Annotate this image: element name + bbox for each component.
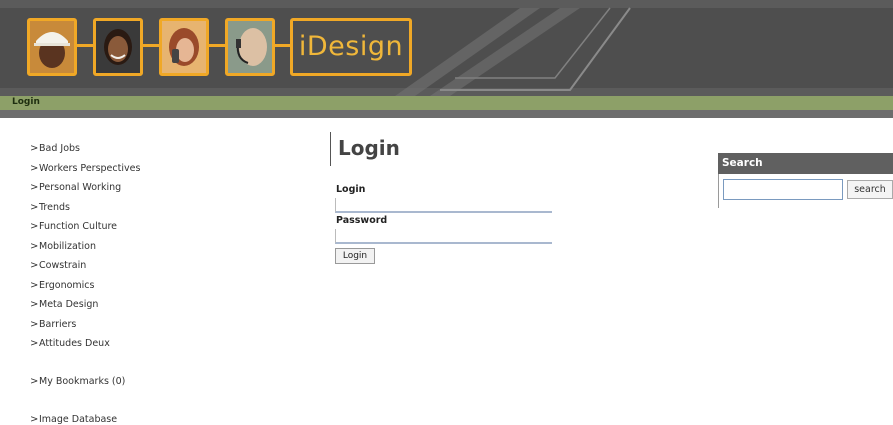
chevron-right-icon: > bbox=[30, 163, 39, 174]
sidebar-item-label: Workers Perspectives bbox=[39, 163, 141, 174]
sidebar-item-image-database[interactable]: >Image Database bbox=[30, 414, 117, 425]
sidebar-item-ergonomics[interactable]: >Ergonomics bbox=[30, 280, 94, 291]
chevron-right-icon: > bbox=[30, 414, 39, 425]
sidebar-item-barriers[interactable]: >Barriers bbox=[30, 319, 76, 330]
sidebar-item-label: Image Database bbox=[39, 414, 118, 425]
sidebar-item-mobilization[interactable]: >Mobilization bbox=[30, 241, 96, 252]
man-headset-photo bbox=[225, 18, 275, 76]
sidebar-item-workers-perspectives[interactable]: >Workers Perspectives bbox=[30, 163, 140, 174]
sidebar-item-label: Ergonomics bbox=[39, 280, 95, 291]
search-input[interactable] bbox=[723, 179, 843, 200]
sidebar-item-label: My Bookmarks (0) bbox=[39, 376, 126, 387]
sidebar-item-label: Function Culture bbox=[39, 221, 118, 232]
login-button[interactable]: Login bbox=[335, 248, 375, 264]
worker-hardhat-photo bbox=[27, 18, 77, 76]
chevron-right-icon: > bbox=[30, 241, 39, 252]
login-input[interactable] bbox=[335, 198, 552, 213]
chevron-right-icon: > bbox=[30, 202, 39, 213]
site-header: iDesign bbox=[0, 0, 893, 96]
header-divider bbox=[0, 110, 893, 118]
sidebar-item-cowstrain[interactable]: >Cowstrain bbox=[30, 260, 86, 271]
sidebar-item-label: Barriers bbox=[39, 319, 77, 330]
password-input[interactable] bbox=[335, 229, 552, 244]
password-label: Password bbox=[336, 215, 388, 226]
chevron-right-icon: > bbox=[30, 299, 39, 310]
sidebar-item-trends[interactable]: >Trends bbox=[30, 202, 70, 213]
sidebar-item-label: Attitudes Deux bbox=[39, 338, 110, 349]
sidebar-item-label: Meta Design bbox=[39, 299, 99, 310]
sidebar-item-label: Mobilization bbox=[39, 241, 96, 252]
search-heading: Search bbox=[718, 153, 893, 174]
sidebar-item-attitudes-deux[interactable]: >Attitudes Deux bbox=[30, 338, 110, 349]
sidebar-item-my-bookmarks[interactable]: >My Bookmarks (0) bbox=[30, 376, 125, 387]
chevron-right-icon: > bbox=[30, 221, 39, 232]
sidebar-item-label: Trends bbox=[39, 202, 70, 213]
chevron-right-icon: > bbox=[30, 338, 39, 349]
title-divider bbox=[330, 132, 331, 166]
woman-phone-photo bbox=[159, 18, 209, 76]
sidebar-item-function-culture[interactable]: >Function Culture bbox=[30, 221, 117, 232]
sidebar-item-meta-design[interactable]: >Meta Design bbox=[30, 299, 98, 310]
idesign-logo[interactable]: iDesign bbox=[290, 18, 412, 76]
sidebar-item-personal-working[interactable]: >Personal Working bbox=[30, 182, 121, 193]
woman-smiling-photo bbox=[93, 18, 143, 76]
chevron-right-icon: > bbox=[30, 182, 39, 193]
login-label: Login bbox=[336, 184, 366, 195]
sidebar-item-label: Cowstrain bbox=[39, 260, 87, 271]
chevron-right-icon: > bbox=[30, 260, 39, 271]
chevron-right-icon: > bbox=[30, 143, 39, 154]
sidebar-item-label: Personal Working bbox=[39, 182, 122, 193]
chevron-right-icon: > bbox=[30, 280, 39, 291]
sidebar-item-label: Bad Jobs bbox=[39, 143, 80, 154]
page-title: Login bbox=[338, 136, 400, 160]
chevron-right-icon: > bbox=[30, 376, 39, 387]
chevron-right-icon: > bbox=[30, 319, 39, 330]
breadcrumb: Login bbox=[0, 96, 893, 110]
breadcrumb-current: Login bbox=[12, 97, 40, 107]
search-button[interactable]: search bbox=[847, 180, 893, 199]
sidebar-item-bad-jobs[interactable]: >Bad Jobs bbox=[30, 143, 80, 154]
